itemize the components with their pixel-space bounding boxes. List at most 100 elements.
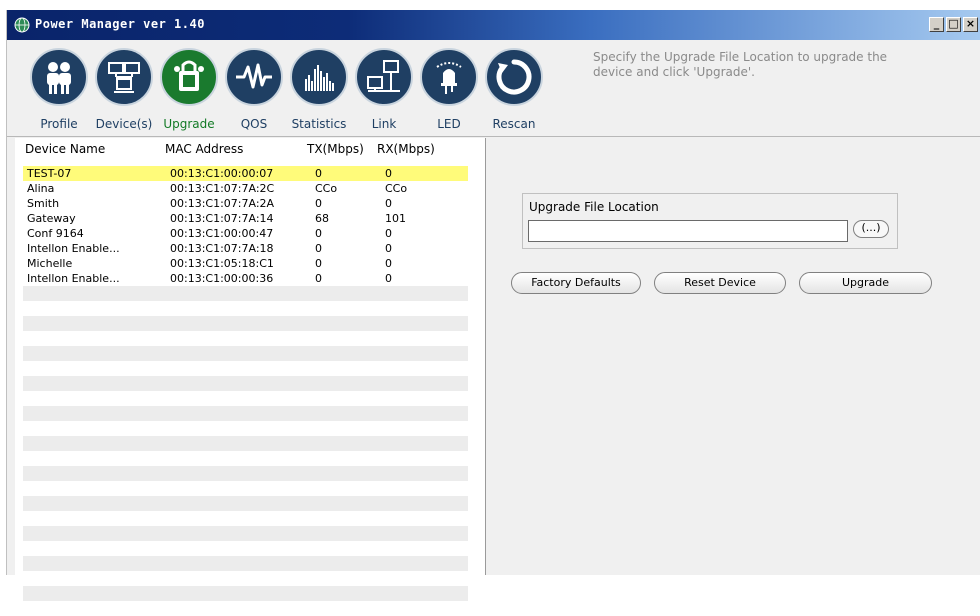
mac-cell: 00:13:C1:07:7A:2A xyxy=(170,197,275,210)
table-row[interactable]: Intellon Enable... 00:13:C1:07:7A:18 0 0 xyxy=(23,241,468,256)
toolbar-rescan-label: Rescan xyxy=(492,117,536,131)
toolbar-upgrade[interactable]: Upgrade xyxy=(157,48,221,131)
rx-cell: 0 xyxy=(385,167,392,180)
empty-row xyxy=(23,556,468,571)
tx-cell: 68 xyxy=(315,212,329,225)
empty-row xyxy=(23,421,468,436)
empty-row xyxy=(23,391,468,406)
table-row[interactable]: Conf 9164 00:13:C1:00:00:47 0 0 xyxy=(23,226,468,241)
rx-cell: 0 xyxy=(385,227,392,240)
mac-cell: 00:13:C1:00:00:07 xyxy=(170,167,274,180)
table-row[interactable]: Michelle 00:13:C1:05:18:C1 0 0 xyxy=(23,256,468,271)
empty-row xyxy=(23,481,468,496)
upgrade-file-label: Upgrade File Location xyxy=(529,200,659,214)
factory-defaults-button[interactable]: Factory Defaults xyxy=(511,272,641,294)
upgrade-icon xyxy=(160,48,218,106)
toolbar-rescan[interactable]: Rescan xyxy=(482,48,546,131)
upgrade-file-group: Upgrade File Location (...) xyxy=(522,193,898,249)
col-rx[interactable]: RX(Mbps) xyxy=(377,142,435,156)
empty-row xyxy=(23,496,468,511)
rx-cell: 0 xyxy=(385,197,392,210)
empty-row xyxy=(23,316,468,331)
empty-row xyxy=(23,301,468,316)
mac-cell: 00:13:C1:07:7A:14 xyxy=(170,212,274,225)
toolbar-link[interactable]: Link xyxy=(352,48,416,131)
reset-device-button[interactable]: Reset Device xyxy=(654,272,786,294)
toolbar-led-label: LED xyxy=(437,117,461,131)
device-name-cell: Smith xyxy=(27,197,60,210)
empty-row xyxy=(23,511,468,526)
device-name-cell: Conf 9164 xyxy=(27,227,84,240)
mac-cell: 00:13:C1:00:00:36 xyxy=(170,272,274,285)
browse-button[interactable]: (...) xyxy=(853,220,889,238)
toolbar-link-label: Link xyxy=(371,117,397,131)
title-bar[interactable]: Power Manager ver 1.40 _ □ × xyxy=(7,10,980,40)
tx-cell: 0 xyxy=(315,242,322,255)
devices-icon xyxy=(95,48,153,106)
tx-cell: 0 xyxy=(315,272,322,285)
toolbar-devices-label: Device(s) xyxy=(95,117,153,131)
upgrade-hint-text: Specify the Upgrade File Location to upg… xyxy=(593,50,888,79)
upgrade-file-input[interactable] xyxy=(528,220,848,242)
device-name-cell: Gateway xyxy=(27,212,76,225)
empty-row xyxy=(23,451,468,466)
empty-row xyxy=(23,436,468,451)
empty-row xyxy=(23,601,468,616)
rx-cell: 0 xyxy=(385,257,392,270)
rx-cell: 0 xyxy=(385,272,392,285)
toolbar-upgrade-label: Upgrade xyxy=(163,117,215,131)
upgrade-button[interactable]: Upgrade xyxy=(799,272,932,294)
mac-cell: 00:13:C1:05:18:C1 xyxy=(170,257,274,270)
rx-cell: 0 xyxy=(385,242,392,255)
empty-row xyxy=(23,376,468,391)
device-name-cell: Alina xyxy=(27,182,55,195)
col-mac-address[interactable]: MAC Address xyxy=(165,142,243,156)
toolbar-led[interactable]: LED xyxy=(417,48,481,131)
toolbar-profile-label: Profile xyxy=(40,117,78,131)
toolbar-profile[interactable]: Profile xyxy=(27,48,91,131)
device-name-cell: Michelle xyxy=(27,257,73,270)
empty-row xyxy=(23,286,468,301)
tx-cell: 0 xyxy=(315,257,322,270)
tx-cell: 0 xyxy=(315,197,322,210)
empty-row xyxy=(23,586,468,601)
tx-cell: 0 xyxy=(315,227,322,240)
empty-row xyxy=(23,571,468,586)
app-globe-icon xyxy=(14,17,30,33)
rx-cell: CCo xyxy=(385,182,408,195)
col-device-name[interactable]: Device Name xyxy=(25,142,105,156)
table-row[interactable]: Gateway 00:13:C1:07:7A:14 68 101 xyxy=(23,211,468,226)
network-link-icon xyxy=(355,48,413,106)
empty-row xyxy=(23,466,468,481)
empty-row xyxy=(23,346,468,361)
refresh-icon xyxy=(485,48,543,106)
people-icon xyxy=(30,48,88,106)
device-name-cell: TEST-07 xyxy=(27,167,72,180)
upgrade-pane: Upgrade File Location (...) Factory Defa… xyxy=(487,138,980,575)
close-button[interactable]: × xyxy=(963,17,978,32)
toolbar-divider xyxy=(7,136,980,137)
empty-row xyxy=(23,526,468,541)
table-row[interactable]: Smith 00:13:C1:07:7A:2A 0 0 xyxy=(23,196,468,211)
device-list-pane: Device Name MAC Address TX(Mbps) RX(Mbps… xyxy=(15,138,486,601)
device-table: TEST-07 00:13:C1:00:00:07 0 0 Alina 00:1… xyxy=(23,166,468,616)
col-tx[interactable]: TX(Mbps) xyxy=(307,142,364,156)
toolbar-statistics[interactable]: Statistics xyxy=(287,48,351,131)
mac-cell: 00:13:C1:07:7A:18 xyxy=(170,242,274,255)
table-row[interactable]: TEST-07 00:13:C1:00:00:07 0 0 xyxy=(23,166,468,181)
window-title: Power Manager ver 1.40 xyxy=(35,17,205,31)
bar-graph-icon xyxy=(290,48,348,106)
table-row[interactable]: Alina 00:13:C1:07:7A:2C CCo CCo xyxy=(23,181,468,196)
table-row[interactable]: Intellon Enable... 00:13:C1:00:00:36 0 0 xyxy=(23,271,468,286)
maximize-button[interactable]: □ xyxy=(946,17,961,32)
toolbar-devices[interactable]: Device(s) xyxy=(92,48,156,131)
empty-row xyxy=(23,361,468,376)
toolbar: Profile Device(s) Upgrade QOS Statistics… xyxy=(7,40,980,137)
empty-row xyxy=(23,406,468,421)
toolbar-qos[interactable]: QOS xyxy=(222,48,286,131)
device-name-cell: Intellon Enable... xyxy=(27,272,120,285)
minimize-button[interactable]: _ xyxy=(929,17,944,32)
mac-cell: 00:13:C1:00:00:47 xyxy=(170,227,274,240)
mac-cell: 00:13:C1:07:7A:2C xyxy=(170,182,275,195)
led-icon xyxy=(420,48,478,106)
